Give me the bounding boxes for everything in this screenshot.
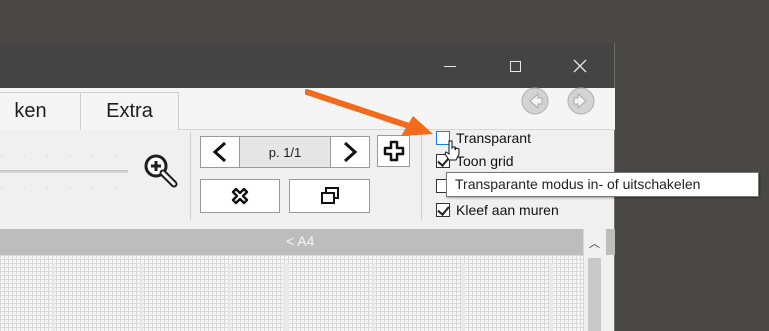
transparent-label: Transparant (456, 130, 531, 146)
maximize-button[interactable] (500, 51, 530, 81)
minimize-button[interactable] (435, 51, 465, 81)
tab-partial[interactable]: ken (0, 92, 81, 130)
zoom-slider-ticks: · · · · · · · · · · · (0, 152, 128, 158)
close-button[interactable] (565, 51, 595, 81)
tab-label: Extra (106, 100, 153, 122)
zoom-slider[interactable] (0, 170, 128, 173)
drawing-canvas[interactable] (0, 255, 583, 331)
grid-divider (140, 263, 143, 331)
maximize-icon (509, 60, 521, 72)
grid-divider (462, 263, 465, 331)
zoom-slider-ticks: · · · · · · · · · · · (0, 183, 128, 189)
sheet-label[interactable]: < A4 (286, 233, 314, 249)
tab-extra[interactable]: Extra (80, 92, 179, 130)
delete-page-button[interactable] (200, 179, 280, 213)
grid-divider (228, 263, 231, 331)
stick-walls-option[interactable]: Kleef aan muren (436, 201, 559, 219)
grid-divider (283, 263, 289, 331)
back-icon[interactable] (520, 86, 550, 116)
duplicate-icon (320, 187, 339, 204)
grid-divider (372, 263, 375, 331)
close-icon (573, 59, 587, 73)
chevron-left-icon (212, 141, 227, 163)
stick-walls-checkbox[interactable] (436, 203, 450, 217)
tooltip: Transparante modus in- of uitschakelen (446, 172, 759, 197)
delete-icon (231, 187, 249, 205)
grid-divider (52, 263, 55, 331)
chevron-right-icon (343, 141, 358, 163)
tab-label: ken (14, 100, 47, 122)
plus-icon (383, 140, 404, 162)
ribbon-separator (421, 132, 422, 220)
duplicate-page-button[interactable] (289, 179, 370, 213)
stick-walls-label: Kleef aan muren (456, 202, 559, 218)
mouse-cursor-icon (444, 140, 460, 161)
previous-page-button[interactable] (200, 136, 240, 168)
minimize-icon (444, 65, 456, 67)
scroll-up-icon[interactable]: ︿ (586, 235, 603, 250)
show-grid-label: Toon grid (456, 153, 514, 169)
title-bar (0, 43, 614, 88)
zoom-in-icon[interactable] (140, 150, 184, 194)
ribbon-separator (190, 132, 191, 220)
annotation-arrow-icon (305, 89, 433, 136)
forward-icon[interactable] (566, 86, 596, 116)
scrollbar-thumb[interactable] (588, 258, 601, 331)
grid-divider (550, 263, 553, 331)
